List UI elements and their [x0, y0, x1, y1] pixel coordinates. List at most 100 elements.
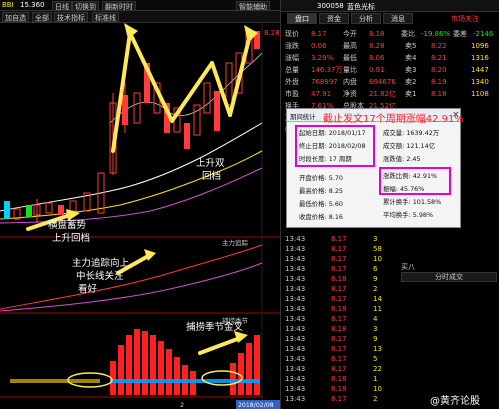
trade-volume: 6	[373, 265, 378, 273]
stat-row-right: 累计换手: 101.58%	[383, 198, 442, 206]
trade-time: 13:43	[285, 235, 306, 243]
stat-row-right: 成交量: 1639.42万	[383, 129, 440, 137]
sell-price: 8.18	[431, 90, 447, 98]
trade-row: 13:43 8.17 22	[281, 364, 499, 374]
stat-value: 42.91%	[412, 172, 438, 180]
stat-value: 5.70	[328, 174, 343, 182]
stat-key: 平均换手	[383, 211, 409, 219]
trade-row: 13:43 8.17 13	[281, 344, 499, 354]
tab-analysis[interactable]: 分析	[351, 13, 381, 24]
tab-funds[interactable]: 资金	[319, 13, 349, 24]
sell-order-row: 卖2 8.19 1340	[281, 76, 499, 88]
stat-value: 17 周期	[328, 155, 352, 163]
trade-volume: 10	[373, 255, 382, 263]
trade-time: 13:43	[285, 245, 306, 253]
trade-row: 13:43 8.17 4	[281, 314, 499, 324]
annotation-pullback: 回档	[202, 171, 222, 182]
refresh-button[interactable]: 翻新时时	[102, 1, 136, 11]
sell-order-row: 卖5 8.22 1096	[281, 40, 499, 52]
annotation-rise-pullback: 上升回档	[52, 233, 91, 244]
trade-volume: 14	[373, 295, 382, 303]
trade-time: 13:43	[285, 295, 306, 303]
tab-panel[interactable]: 盘口	[287, 13, 317, 24]
trade-volume: 9	[373, 275, 378, 283]
chart-toolbar: 加自选 全部 技术指标 标准线	[0, 11, 280, 23]
trade-time: 13:43	[285, 375, 306, 383]
trade-row: 13:43 8.18 11	[281, 304, 499, 314]
sell-volume: 1447	[471, 66, 489, 74]
trade-price: 8.17	[331, 335, 347, 343]
stat-value: 121.14亿	[406, 142, 436, 150]
trade-volume: 3	[373, 325, 378, 333]
stat-key: 最低价格	[299, 200, 325, 208]
all-button[interactable]: 全部	[32, 12, 52, 22]
stat-value: 8.25	[328, 187, 343, 195]
sell-volume: 1316	[471, 54, 489, 62]
trade-price: 8.17	[331, 255, 347, 263]
sell-price: 8.21	[431, 54, 447, 62]
quote-title-bar: 300058 蓝色光标	[281, 0, 499, 12]
period-stats-dialog: 期间统计 截止发文17个周期涨幅42.91% × 起始日期: 2018/01/17…	[286, 108, 464, 228]
trade-price: 8.18	[331, 375, 347, 383]
switch-button[interactable]: 切换到	[72, 1, 99, 11]
watermark: @黄齐论股	[430, 396, 480, 407]
trade-volume: 11	[373, 305, 382, 313]
stock-code: 300058	[317, 2, 344, 10]
add-watchlist-button[interactable]: 加自选	[2, 12, 29, 22]
stat-value: 2.45	[406, 155, 421, 163]
stat-value: 2018/02/08	[328, 142, 366, 150]
trade-volume: 58	[373, 245, 382, 253]
weicha-label: 委差	[453, 30, 467, 38]
trade-time: 13:43	[285, 335, 306, 343]
trade-volume: 2	[373, 395, 378, 403]
stat-key: 累计换手	[383, 198, 409, 206]
trade-time: 13:43	[285, 255, 306, 263]
sell-price: 8.20	[431, 66, 447, 74]
trade-row: 13:43 8.17 2	[281, 284, 499, 294]
sell-label: 卖5	[405, 42, 417, 50]
indicator-button[interactable]: 技术指标	[54, 12, 88, 22]
tab-tick-trades[interactable]: 分时成交	[401, 272, 497, 282]
trade-price: 8.18	[331, 385, 347, 393]
period-button[interactable]: 日线	[52, 1, 72, 11]
annotation-main-force: 主力追踪向上	[72, 258, 130, 269]
trade-price: 8.17	[331, 265, 347, 273]
trade-price: 8.17	[331, 315, 347, 323]
chart-header: BBI 15.360 日线 切换到 翻新时时 智能辅助	[0, 0, 280, 11]
dialog-title: 期间统计	[290, 113, 316, 121]
trade-time: 13:43	[285, 385, 306, 393]
indicator-label: BBI	[2, 1, 14, 9]
trade-volume: 4	[373, 315, 378, 323]
trade-row: 13:43 8.17 10	[281, 254, 499, 264]
indicator-value: 15.360	[20, 1, 45, 9]
sell-price: 8.19	[431, 78, 447, 86]
trade-volume: 13	[373, 345, 382, 353]
sell-volume: 1340	[471, 78, 489, 86]
trade-time: 13:43	[285, 345, 306, 353]
sell-label: 卖1	[405, 90, 417, 98]
kline-chart[interactable]: 8.28 主力追踪 捕捞季节 2 2018/02/08	[0, 23, 280, 409]
weicha-value: -2146	[473, 30, 494, 38]
price-high-label: 8.28	[264, 29, 280, 37]
trade-time: 13:43	[285, 275, 306, 283]
trade-price: 8.17	[331, 295, 347, 303]
stat-row-left: 最低价格: 5.60	[299, 200, 343, 208]
stat-key: 开盘价格	[299, 174, 325, 182]
trade-price: 8.18	[331, 275, 347, 283]
stat-key: 起始日期	[299, 129, 325, 137]
trade-time: 13:43	[285, 365, 306, 373]
trade-row: 13:43 8.17 58	[281, 244, 499, 254]
trade-row: 13:43 8.17 3	[281, 234, 499, 244]
tab-news[interactable]: 消息	[383, 13, 413, 24]
close-icon[interactable]: ×	[452, 110, 460, 120]
sub-panel-1-title: 主力追踪	[222, 238, 249, 247]
trade-time: 13:43	[285, 315, 306, 323]
annotation-golden-cross: 捕捞季节金叉	[186, 322, 244, 333]
weibi-label: 委比	[401, 30, 415, 38]
trade-row: 13:43 8.18 1	[281, 374, 499, 384]
trade-time: 13:43	[285, 265, 306, 273]
weibi-row: 委比 -19.86% 委差 -2146	[281, 28, 499, 40]
stat-row-left: 开盘价格: 5.70	[299, 174, 343, 182]
smart-assist-button[interactable]: 智能辅助	[236, 1, 270, 11]
standard-line-button[interactable]: 标准线	[92, 12, 119, 22]
